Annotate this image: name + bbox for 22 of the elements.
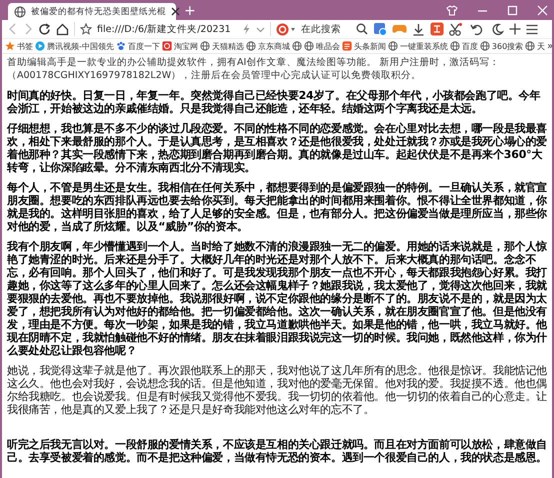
search-field[interactable]: 在此搜索 [301,24,351,34]
bookmark-link[interactable]: 360搜索 [478,40,524,52]
paragraph: 我有个朋友啊，年少懵懂遇到一个人。当时给了她数不清的浪漫跟独一无二的偏爱。用她的话来说就是，那个人惊艳了她青涩的时光。后来还是分手了。大概好几年的时光还是对那个人放不下。后来大概真的那句话吧。念念不忘，必有回响。那个人回头了，他们和好了。可是我发现我那个朋友一点也不开心，每天都跟我抱怨心好累。我打趣她，你这等了这么多年的心里人回来了。怎么还会这幅鬼样子？她跟我说，我太爱他了，觉得这次他回来，我就要狠狠的去爱他。再也不要放掉他。我说那很好啊，说不定你跟他的缘分是断不了的。朋友说不是的，就是因为太爱了，想把我所有认为对他好的都给他。把一切偏爱都给他。这次一确认关系，就在朋友圈官宣了他。但是他没有发，理由是不方便。每次一吵架，如果是我的错，我立马道歉哄他半天。如果是他的错，他一哄，我立马就好。他现在阴晴不定，我就怕触碰他不好的情绪。朋友在抹着眼泪跟我说完这一切的时候。我问她，既然他这样，你为什么要处处忍让跟包容他呢？ [7,240,548,357]
address-field[interactable]: file:///D:/6/新建文件夹/20231 [97,24,237,34]
bookmark-link[interactable]: 书签 [4,40,34,52]
new-tab-button[interactable]: + [176,2,204,20]
bookmark-link[interactable]: 淘宝网 [160,40,199,52]
paragraph: 她说，我觉得这辈子就是他了。再次跟他联系上的那天，我对他说了这几年所有的思念。他很是惊讶。我能惦记他这么久。他也会对我好，会说想念我的话。但是他知道，我对他的爱毫无保留。他对我的爱。我捉摸不透。他也偶尔给我糖吃。也会说爱我。但是有时候我又觉得他不爱我。我一切切的依着他。他一切切的依着自己的心意走。让我很痛苦，他是真的又爱上我了？还是只是好奇我能对他这么对年的忘不了。 [7,364,548,416]
bookmark-link[interactable]: 一键重装系统 [386,40,449,52]
bookmark-link[interactable]: 百度一下 [114,40,161,52]
bookmark-link[interactable]: 腾讯视频-中国领先 [34,40,115,52]
bookmark-link[interactable]: 天猫精选 [198,40,245,52]
paragraph: 每个人，不管是男生还是女生。我相信在任何关系中，都想要得到的是偏爱跟独一的特例。一旦确认关系，就官宣朋友圈。想要吃的东西排队再远也要去给你买到。每天把能拿出的时间都用来围着你。恨不得让全世界都知道，你就是我的。这样明目张胆的喜欢，给了人足够的安全感。但是，也有部分人。把这份偏爱当做是理所应当，那些你对他的爱，当成了所炫耀。以及“威胁”你的资本。 [7,181,548,233]
paragraph: 听完之后我无言以对。一段舒服的爱情关系，不应该是互相的关心跟迁就吗。而且在对方面前可以放松，肆意做自己。去享受被爱着的感觉。而不是把这种偏爱，当做有恃无恐的资本。遇到一个很爱自己的人，我的状态是感恩。 [7,438,548,464]
bookmark-link[interactable]: 唯品会 [302,40,341,52]
bookmark-link[interactable]: 京东商城 [244,40,291,52]
bookmark-link[interactable]: 百度 [448,40,479,52]
paragraph: 仔细想想，我也算是不多不少的谈过几段恋爱。不同的性格不同的恋爱感觉。会在心里对比去想，哪一段是我最喜欢，相处下来最舒服的那个人。于是认真思考，是互相喜欢？还是他很爱我，处处迁就我？亦或是我死心塌心的爱着他那种？其实一段感情下来，热恋期到磨合期再到磨合期。真的就像是过山车。起起伏伏是不是再来个360°大转弯，让你深陷眩晕。分不清东南西北分不清现实。 [7,122,548,174]
bookmark-link[interactable]: 天 [524,40,546,52]
notice-text: 首助编辑高手是一款专业的办公辅助提效软件，拥有AI创作文章、魔法绘图等功能。 新用户注册时，激活码写：（A00178CGHIXY1697978182L2W），注册后在会员管理中心完成认证可以免费领取积分。 [7,57,500,82]
paragraph: 时间真的好快。日复一日，年复一年。突然觉得自己已经快要24岁了。在父母那个年代，小孩都会跑了吧。今年会浙江，开始被这边的亲戚催结婚。只是我觉得自己还能造，还年轻。结婚这两个字离我还是太远。 [7,89,542,115]
bookmark-link[interactable]: 头条新闻 [340,40,387,52]
